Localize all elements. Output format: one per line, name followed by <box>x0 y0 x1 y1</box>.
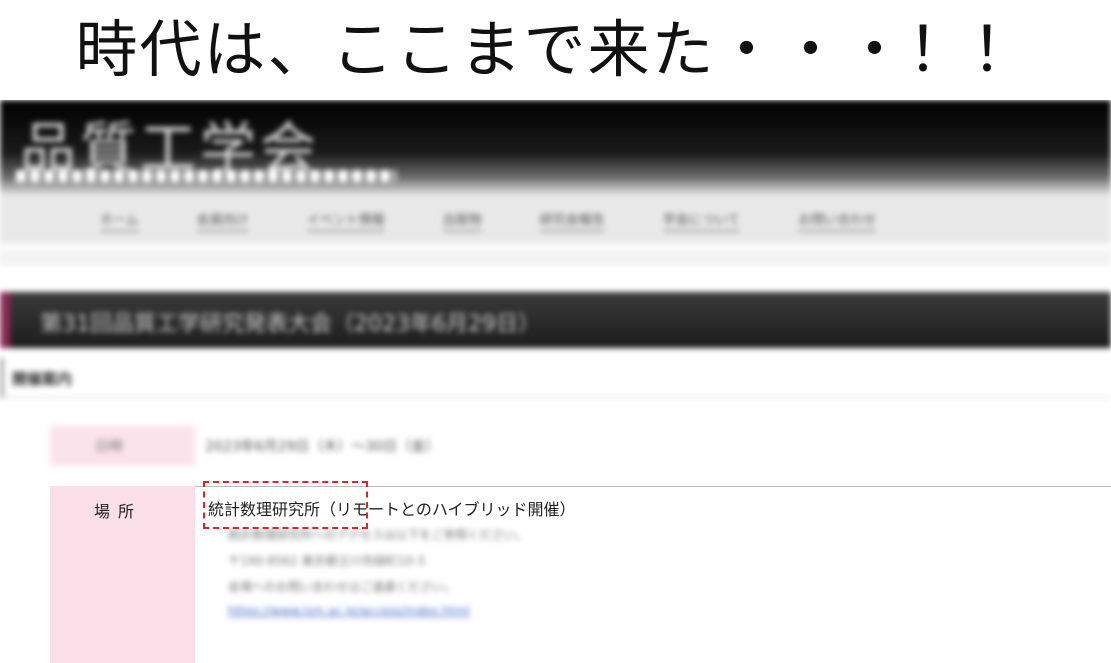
divider <box>0 250 1111 266</box>
date-label-cell: 日時 <box>50 426 195 466</box>
highlight-callout-box <box>203 481 368 529</box>
site-banner: 品質工学会 <box>0 100 1111 196</box>
website-screenshot: 品質工学会 ホーム 会員向け イベント情報 出版物 研究会報告 学会について お… <box>0 100 1111 663</box>
place-detail-line: 〒190-8562 東京都立川市緑町10-3 <box>228 554 425 568</box>
place-label-cell: 場所 <box>50 486 195 663</box>
access-link[interactable]: https://www.ism.ac.jp/access/index.html <box>228 604 469 618</box>
event-title-bar: 第31回品質工学研究発表大会（2023年6月29日） <box>0 292 1111 348</box>
event-title: 第31回品質工学研究発表大会（2023年6月29日） <box>40 312 540 337</box>
logo-subtitle-strip <box>16 170 396 182</box>
date-label: 日時 <box>95 439 123 455</box>
section-header: 開催案内 <box>0 358 1111 398</box>
nav-item[interactable]: お問い合わせ <box>798 209 877 232</box>
place-label: 場所 <box>94 502 143 521</box>
nav-item[interactable]: ホーム <box>100 209 139 232</box>
nav-item[interactable]: イベント情報 <box>306 209 385 232</box>
section-title: 開催案内 <box>12 370 73 388</box>
nav-item[interactable]: 出版物 <box>442 209 482 232</box>
main-nav: ホーム 会員向け イベント情報 出版物 研究会報告 学会について お問い合わせ <box>0 196 1111 244</box>
page-headline: 時代は、ここまで来た・・・！！ <box>0 0 1111 100</box>
nav-item[interactable]: 研究会報告 <box>539 209 605 232</box>
nav-item[interactable]: 学会について <box>662 209 741 232</box>
place-detail-line: 会場へのお問い合わせはご遠慮ください。 <box>228 580 457 594</box>
nav-item[interactable]: 会員向け <box>196 209 249 232</box>
date-value: 2023年6月29日（木）～30日（金） <box>205 439 440 455</box>
